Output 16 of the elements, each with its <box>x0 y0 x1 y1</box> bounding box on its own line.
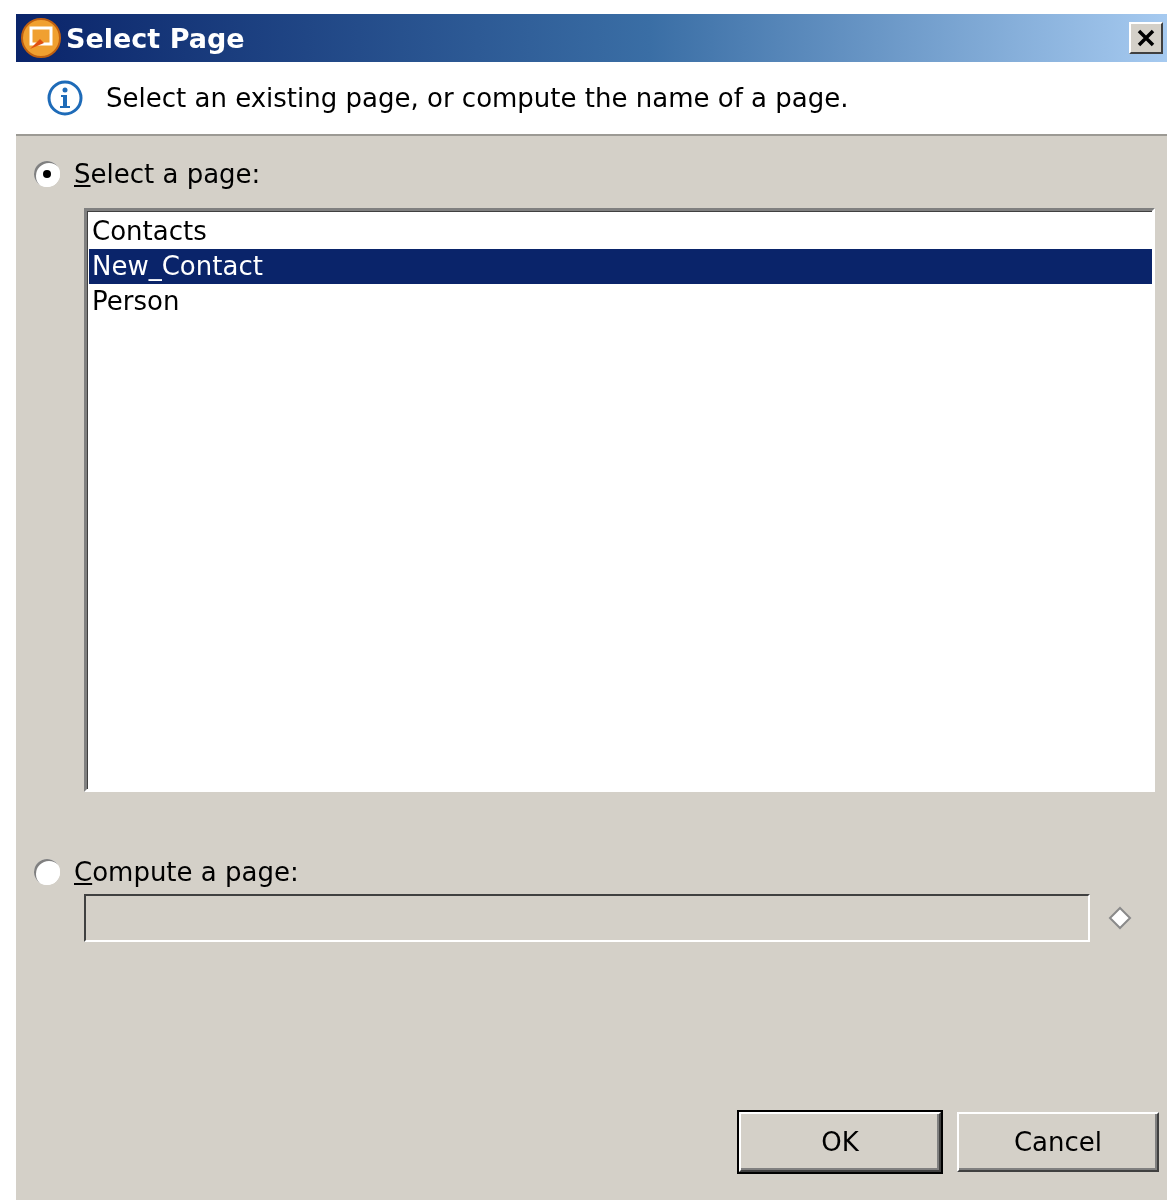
radio-label: Select a page: <box>74 159 261 189</box>
diamond-icon <box>1108 906 1132 930</box>
info-icon <box>46 79 84 117</box>
window-title: Select Page <box>66 22 246 54</box>
close-icon <box>1136 28 1156 48</box>
app-icon <box>20 17 62 59</box>
close-button[interactable] <box>1129 22 1163 54</box>
radio-button[interactable] <box>34 859 60 885</box>
radio-label: Compute a page: <box>74 857 299 887</box>
list-item[interactable]: Person <box>89 284 1152 319</box>
info-message: Select an existing page, or compute the name of a page. <box>106 83 849 113</box>
cancel-button[interactable]: Cancel <box>957 1112 1159 1172</box>
list-item[interactable]: New_Contact <box>89 249 1152 284</box>
list-item[interactable]: Contacts <box>89 214 1152 249</box>
radio-button[interactable] <box>34 161 60 187</box>
ok-button[interactable]: OK <box>739 1112 941 1172</box>
